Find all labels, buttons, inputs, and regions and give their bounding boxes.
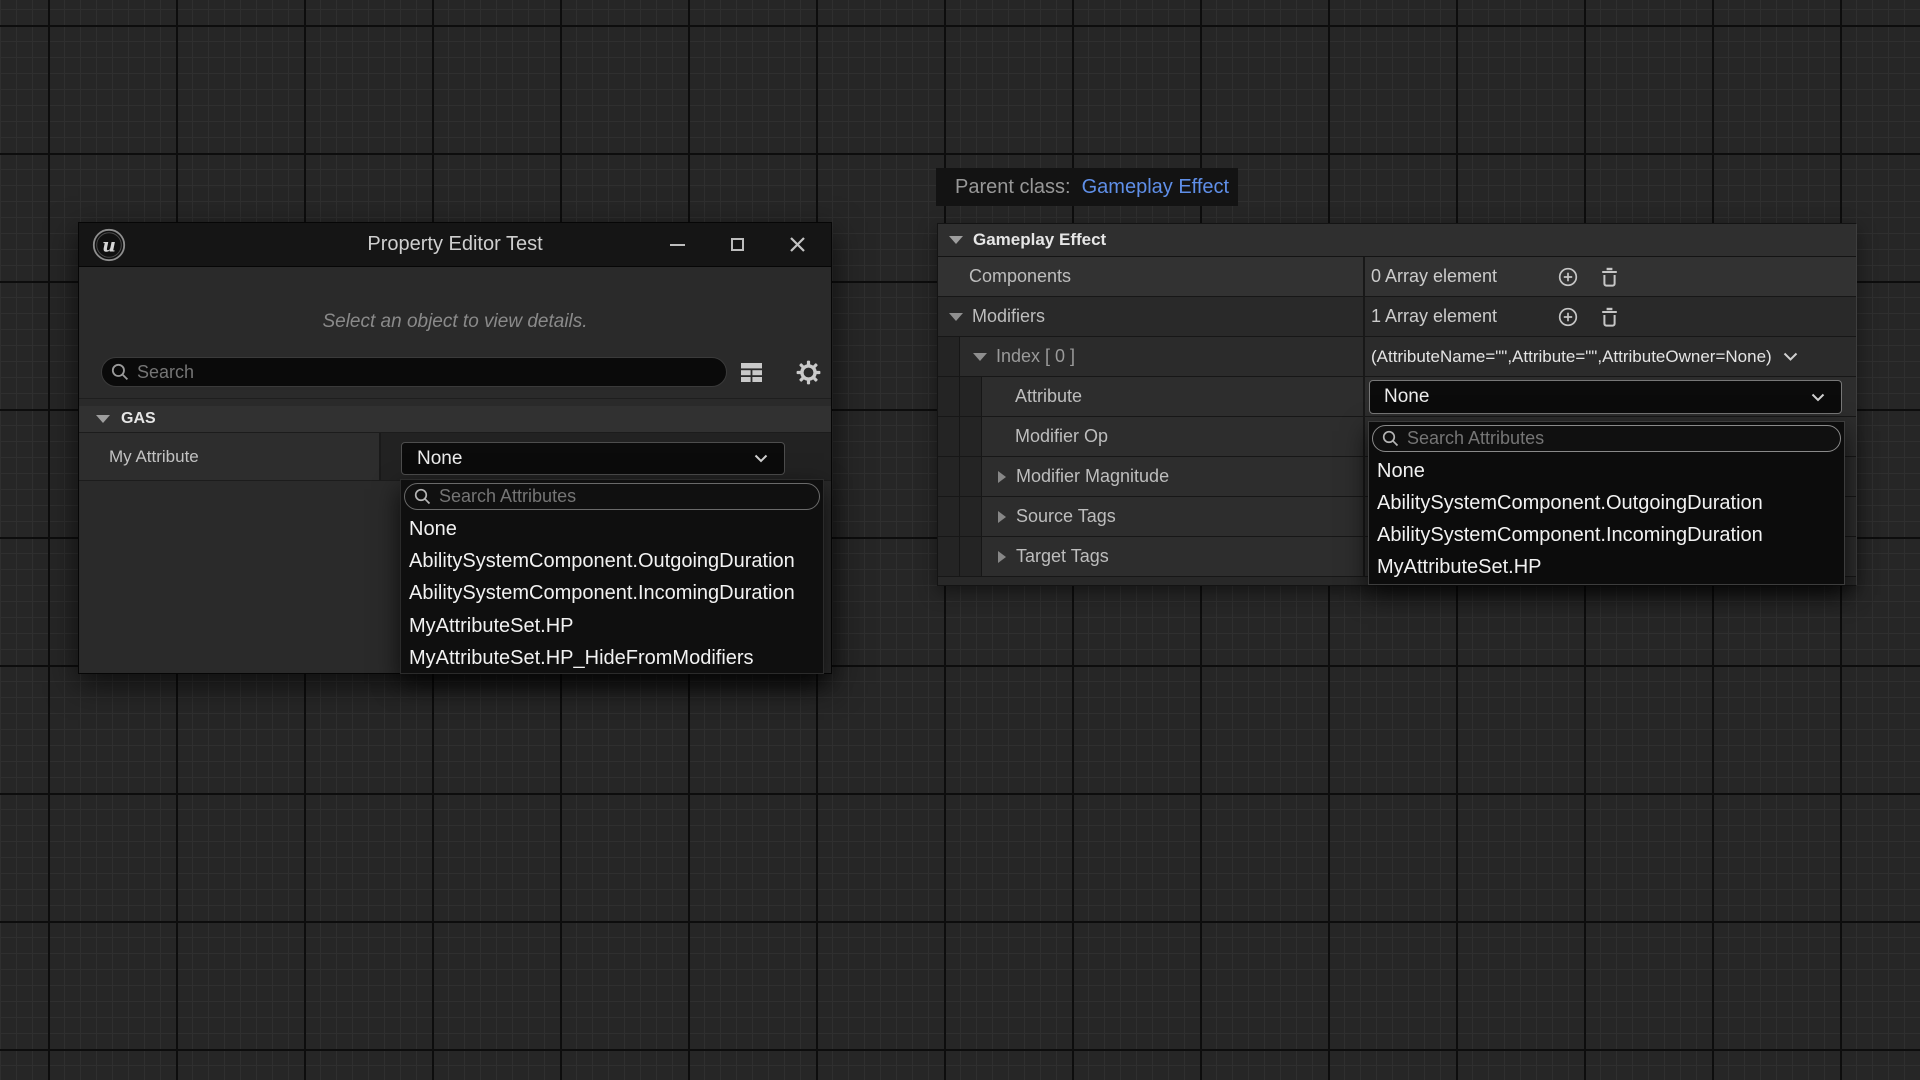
plus-circle-icon <box>1558 307 1578 327</box>
row-label: Modifier Op <box>1015 426 1108 447</box>
combobox-value: None <box>1384 386 1429 408</box>
chevron-down-icon <box>1811 393 1825 402</box>
indent-guide <box>960 377 982 416</box>
add-array-element-button[interactable] <box>1557 266 1579 288</box>
indent-guide <box>960 497 982 536</box>
row-value: 1 Array element <box>1371 306 1557 327</box>
struct-value: (AttributeName="",Attribute="",Attribute… <box>1371 347 1772 367</box>
combobox-value: None <box>417 448 462 470</box>
search-icon <box>111 363 129 381</box>
attribute-search-box[interactable] <box>404 483 820 510</box>
indent-guide <box>938 457 960 496</box>
close-button[interactable] <box>767 223 827 266</box>
divider <box>79 398 831 399</box>
triangle-down-icon <box>949 236 963 244</box>
indent-guide <box>938 377 960 416</box>
chevron-down-icon <box>754 454 768 463</box>
window-titlebar[interactable]: u Property Editor Test <box>79 223 831 267</box>
search-icon <box>414 488 431 505</box>
delete-array-button[interactable] <box>1598 266 1620 288</box>
attribute-search-box[interactable] <box>1372 425 1841 452</box>
plus-circle-icon <box>1558 267 1578 287</box>
add-array-element-button[interactable] <box>1557 306 1579 328</box>
search-input[interactable] <box>137 362 716 383</box>
row-label: Modifiers <box>972 306 1045 327</box>
indent-guide <box>938 417 960 456</box>
property-row-my-attribute: My Attribute None <box>79 433 831 481</box>
attribute-search-input[interactable] <box>439 486 809 507</box>
dropdown-item[interactable]: AbilitySystemComponent.OutgoingDuration <box>1369 487 1844 519</box>
triangle-down-icon <box>973 353 987 361</box>
attribute-combobox[interactable]: None <box>1369 380 1842 414</box>
parent-class-label: Parent class: <box>955 176 1071 199</box>
attribute-dropdown: None AbilitySystemComponent.OutgoingDura… <box>400 479 824 674</box>
attribute-dropdown: None AbilitySystemComponent.OutgoingDura… <box>1368 421 1845 585</box>
row-label: Target Tags <box>1016 546 1109 567</box>
property-label: My Attribute <box>79 433 381 480</box>
row-attribute: Attribute None <box>938 377 1856 417</box>
maximize-icon <box>731 238 744 251</box>
trash-icon <box>1601 267 1618 287</box>
triangle-right-icon <box>998 471 1006 483</box>
row-value: 0 Array element <box>1371 266 1557 287</box>
parent-class-bar: Parent class: Gameplay Effect <box>936 168 1238 206</box>
dropdown-item[interactable]: MyAttributeSet.HP <box>1369 551 1844 583</box>
minimize-button[interactable] <box>647 223 707 266</box>
gear-icon <box>796 360 821 385</box>
category-label: Gameplay Effect <box>973 230 1106 250</box>
row-modifiers[interactable]: Modifiers 1 Array element <box>938 297 1856 337</box>
empty-state-text: Select an object to view details. <box>79 311 831 333</box>
indent-guide <box>960 457 982 496</box>
category-label: GAS <box>121 410 156 428</box>
indent-guide <box>960 537 982 576</box>
chevron-down-icon[interactable] <box>1783 352 1798 362</box>
dropdown-item[interactable]: MyAttributeSet.HP_HideFromModifiers <box>401 643 823 675</box>
grid-view-icon <box>740 362 763 383</box>
search-icon <box>1382 430 1399 447</box>
row-index-0[interactable]: Index [ 0 ] (AttributeName="",Attribute=… <box>938 337 1856 377</box>
indent-guide <box>938 537 960 576</box>
indent-guide <box>938 497 960 536</box>
blueprint-graph-background[interactable]: u Property Editor Test Select an object … <box>0 0 1920 1080</box>
delete-array-button[interactable] <box>1598 306 1620 328</box>
category-header-gameplay-effect[interactable]: Gameplay Effect <box>938 224 1856 257</box>
triangle-down-icon <box>949 313 963 321</box>
close-icon <box>789 236 806 253</box>
trash-icon <box>1601 307 1618 327</box>
dropdown-item[interactable]: None <box>401 513 823 545</box>
minimize-icon <box>670 244 685 246</box>
row-components: Components 0 Array element <box>938 257 1856 297</box>
triangle-right-icon <box>998 551 1006 563</box>
triangle-down-icon <box>96 415 110 423</box>
details-panel: Gameplay Effect Components 0 Array eleme… <box>937 223 1857 586</box>
row-label: Attribute <box>1015 386 1082 407</box>
indent-guide <box>960 417 982 456</box>
maximize-button[interactable] <box>707 223 767 266</box>
dropdown-item[interactable]: AbilitySystemComponent.IncomingDuration <box>401 578 823 610</box>
dropdown-item[interactable]: AbilitySystemComponent.OutgoingDuration <box>401 545 823 577</box>
row-label: Modifier Magnitude <box>1016 466 1169 487</box>
indent-guide <box>938 337 960 376</box>
dropdown-item[interactable]: MyAttributeSet.HP <box>401 610 823 642</box>
my-attribute-combobox[interactable]: None <box>401 442 785 475</box>
property-matrix-button[interactable] <box>740 361 763 383</box>
row-label: Index [ 0 ] <box>996 346 1075 367</box>
row-label: Source Tags <box>1016 506 1116 527</box>
row-label: Components <box>969 266 1071 287</box>
dropdown-item[interactable]: AbilitySystemComponent.IncomingDuration <box>1369 519 1844 551</box>
dropdown-item[interactable]: None <box>1369 455 1844 487</box>
attribute-search-input[interactable] <box>1407 428 1830 449</box>
property-editor-window: u Property Editor Test Select an object … <box>78 222 832 674</box>
parent-class-link[interactable]: Gameplay Effect <box>1082 176 1229 199</box>
triangle-right-icon <box>998 511 1006 523</box>
settings-button[interactable] <box>796 359 821 385</box>
category-header-gas[interactable]: GAS <box>79 406 831 433</box>
search-box[interactable] <box>101 357 727 387</box>
